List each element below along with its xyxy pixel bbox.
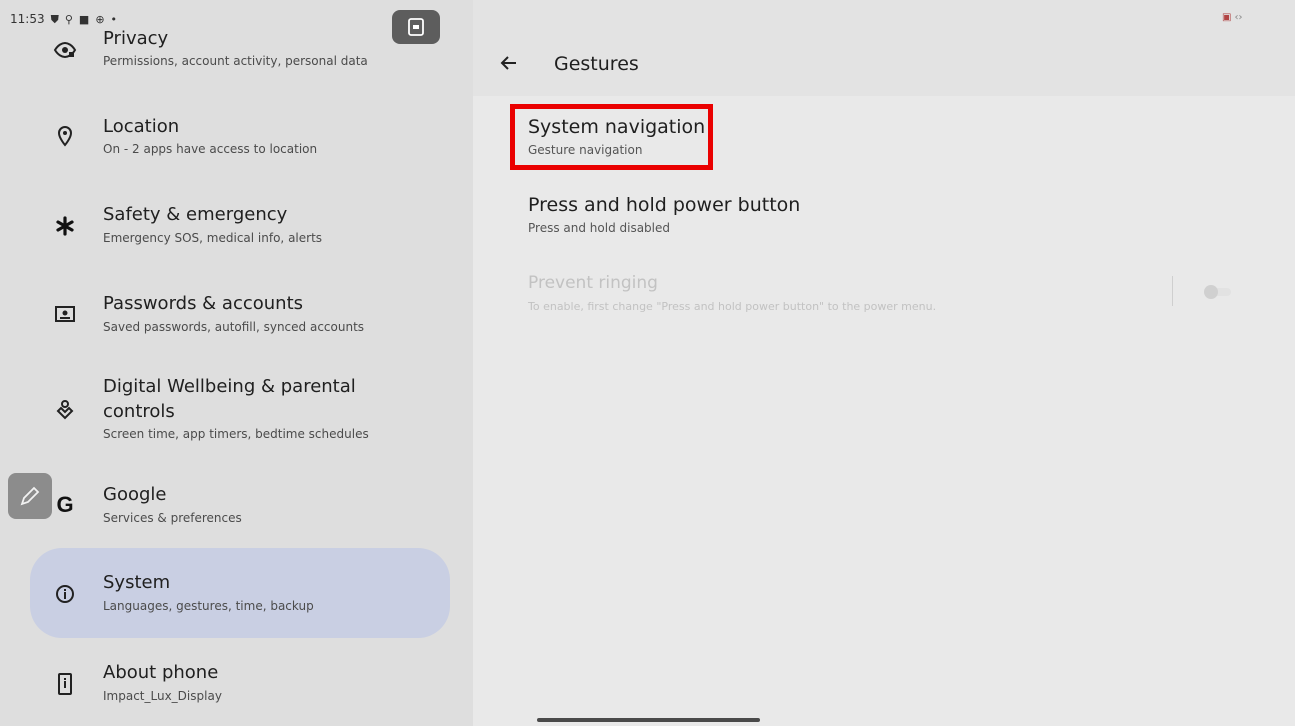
divider — [1172, 276, 1173, 306]
settings-item-subtitle: Emergency SOS, medical info, alerts — [103, 231, 323, 245]
wellbeing-icon — [53, 398, 77, 422]
settings-item-subtitle: Saved passwords, autofill, synced accoun… — [103, 320, 365, 334]
location-pin-icon — [53, 124, 77, 148]
status-icons-right: ▣ ‹› — [1222, 12, 1242, 23]
settings-item-title: Digital Wellbeing & parental — [103, 376, 356, 397]
page-title: Gestures — [554, 53, 639, 75]
status-time: 11:53 — [10, 12, 45, 26]
gesture-item-title: Prevent ringing — [528, 273, 658, 293]
info-icon — [53, 582, 77, 606]
shield-icon: ⛊ — [50, 12, 59, 26]
settings-item-subtitle: On - 2 apps have access to location — [103, 142, 318, 156]
settings-item-title: Google — [103, 484, 167, 505]
gesture-item-subtitle: To enable, first change "Press and hold … — [528, 300, 937, 313]
gesture-item-subtitle: Press and hold disabled — [528, 221, 671, 235]
square-icon: ■ — [78, 12, 90, 26]
settings-item-title: Location — [103, 116, 180, 137]
highlight-box — [510, 104, 713, 170]
settings-item-subtitle: Languages, gestures, time, backup — [103, 599, 314, 613]
google-g-icon: G — [56, 492, 74, 517]
settings-item-about[interactable]: About phone Impact_Lux_Display — [0, 658, 473, 718]
settings-item-google[interactable]: G Google Services & preferences — [0, 480, 473, 540]
settings-list-pane: 11:53 ⛊ ⚲ ■ ⊕ • Privacy Permissions, acc… — [0, 0, 473, 726]
account-card-icon — [53, 302, 77, 326]
android-icon: ⊕ — [95, 12, 105, 26]
privacy-icon — [53, 38, 77, 62]
usb-icon: ⚲ — [64, 12, 73, 26]
settings-item-safety[interactable]: Safety & emergency Emergency SOS, medica… — [0, 200, 473, 260]
settings-item-title: System — [103, 572, 171, 593]
settings-item-title: About phone — [103, 662, 219, 683]
settings-item-title: Safety & emergency — [103, 204, 288, 225]
settings-item-system[interactable]: System Languages, gestures, time, backup — [0, 568, 473, 628]
cast-icon: ▣ — [1222, 12, 1232, 23]
settings-item-privacy[interactable]: Privacy Permissions, account activity, p… — [0, 26, 473, 86]
settings-item-subtitle: Services & preferences — [103, 511, 242, 525]
settings-item-title: Passwords & accounts — [103, 293, 304, 314]
settings-item-passwords[interactable]: Passwords & accounts Saved passwords, au… — [0, 290, 473, 350]
navigation-handle[interactable] — [537, 718, 760, 722]
page-header — [473, 0, 1295, 96]
settings-item-title-line2: controls — [103, 401, 175, 422]
asterisk-icon — [53, 214, 77, 238]
settings-item-subtitle: Permissions, account activity, personal … — [103, 54, 368, 68]
settings-item-subtitle: Screen time, app timers, bedtime schedul… — [103, 427, 369, 441]
arrow-back-icon — [500, 56, 516, 70]
settings-item-wellbeing[interactable]: Digital Wellbeing & parental controls Sc… — [0, 372, 473, 452]
settings-item-location[interactable]: Location On - 2 apps have access to loca… — [0, 112, 473, 172]
gesture-item-title: Press and hold power button — [528, 194, 801, 216]
arrows-icon: ‹› — [1234, 12, 1243, 23]
back-button[interactable] — [498, 52, 520, 78]
dot-icon: • — [110, 12, 118, 26]
settings-item-subtitle: Impact_Lux_Display — [103, 689, 222, 703]
prevent-ringing-toggle[interactable] — [1202, 283, 1234, 301]
settings-item-title: Privacy — [103, 28, 169, 49]
phone-icon — [53, 672, 77, 696]
